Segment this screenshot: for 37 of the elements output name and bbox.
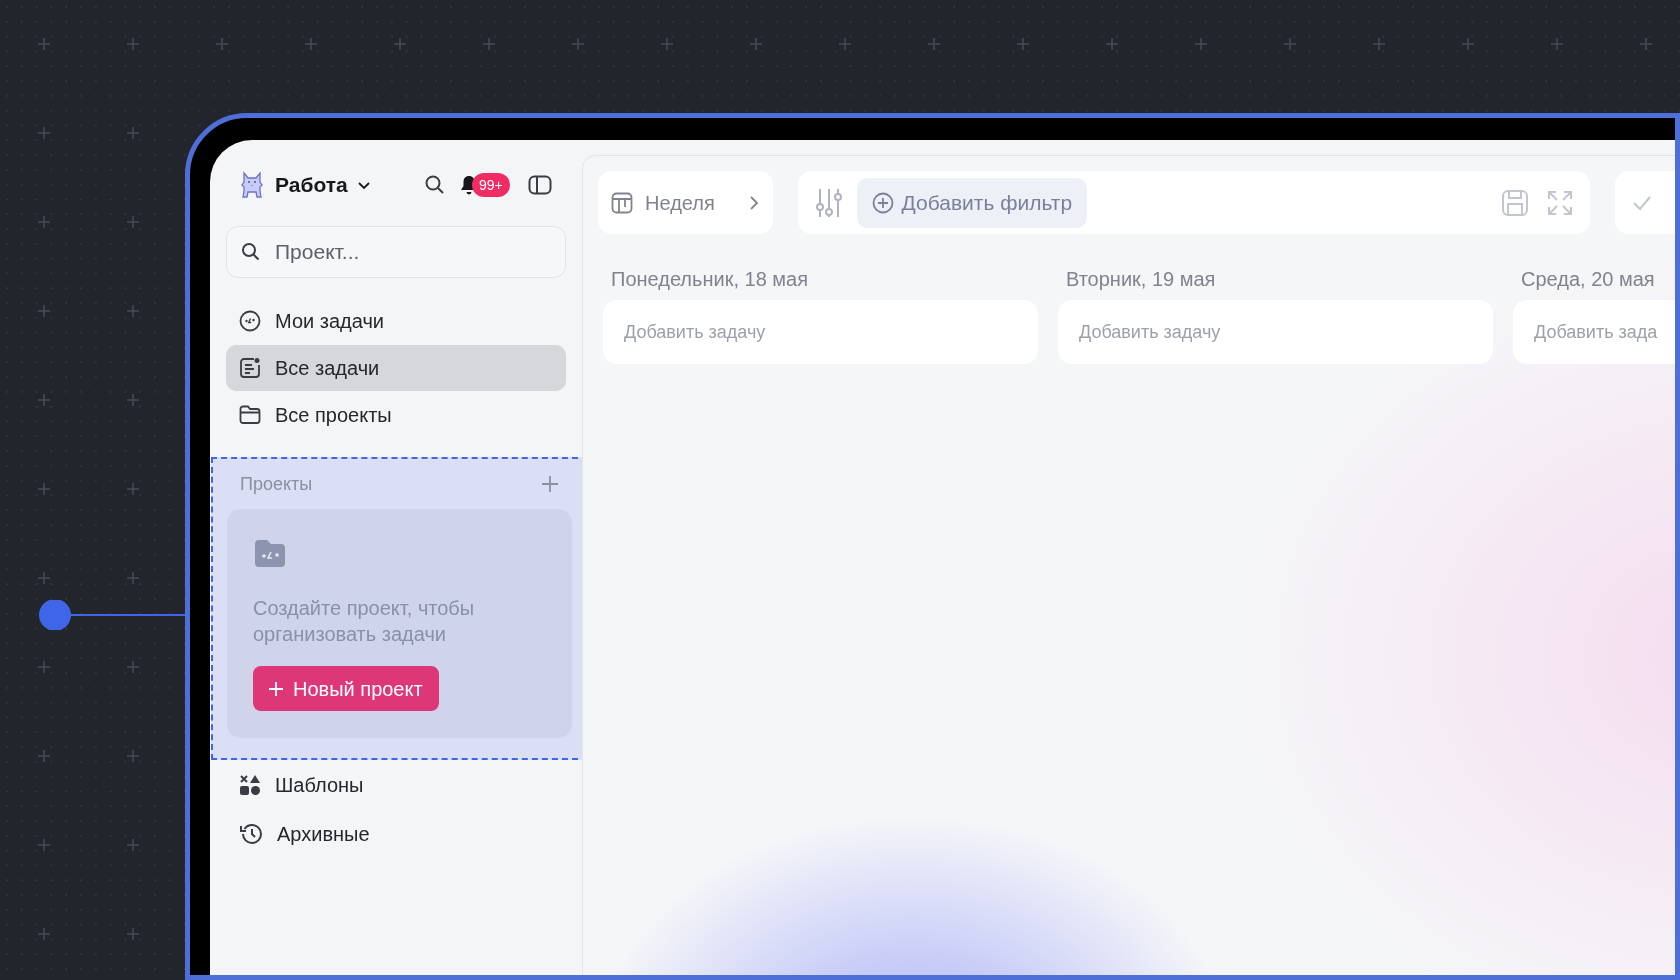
expand-icon[interactable] <box>1547 189 1573 216</box>
day-title: Понедельник, 18 мая <box>610 267 810 292</box>
chevron-right-icon <box>747 194 760 211</box>
calendar-table-icon <box>611 191 633 214</box>
folder-icon <box>239 405 261 425</box>
smiley-icon <box>239 310 261 332</box>
notification-badge: 99+ <box>472 173 510 197</box>
new-project-button[interactable]: Новый проект <box>253 666 439 711</box>
history-icon <box>239 822 263 845</box>
nav-item[interactable]: Все задачи <box>226 345 566 391</box>
add-task-field[interactable]: Добавить зада <box>1513 300 1675 364</box>
sliders-icon[interactable] <box>814 186 843 219</box>
nav-item[interactable]: Шаблоны <box>226 760 566 809</box>
add-icon[interactable] <box>541 475 559 493</box>
shapes-icon <box>239 773 261 796</box>
plus-circle-icon <box>871 191 894 214</box>
nav-item[interactable]: Все проекты <box>226 392 566 438</box>
empty-state-message: Создайте проект, чтобы организовать задачи <box>253 596 476 647</box>
check-icon <box>1632 194 1652 211</box>
cat-logo-icon <box>239 171 265 199</box>
workspace-switcher[interactable]: Работа <box>275 169 372 201</box>
nav-item[interactable]: Архивные <box>226 809 566 858</box>
day-title: Среда, 20 мая <box>1520 267 1656 292</box>
save-icon[interactable] <box>1501 188 1529 217</box>
folder-face-icon <box>253 539 287 569</box>
view-selector[interactable]: Неделя <box>598 171 773 234</box>
section-title: Проекты <box>240 472 313 496</box>
add-task-field[interactable]: Добавить задачу <box>1058 300 1493 364</box>
task-list-icon <box>239 357 261 379</box>
nav-item[interactable]: Мои задачи <box>226 298 566 344</box>
day-title: Вторник, 19 мая <box>1065 267 1217 292</box>
search-field[interactable]: Проект... <box>226 226 566 278</box>
search-icon[interactable] <box>424 174 446 196</box>
sidebar-toggle-icon[interactable] <box>528 175 552 195</box>
search-icon <box>241 242 261 262</box>
add-task-field[interactable]: Добавить задачу <box>603 300 1038 364</box>
plus-icon <box>269 681 283 696</box>
